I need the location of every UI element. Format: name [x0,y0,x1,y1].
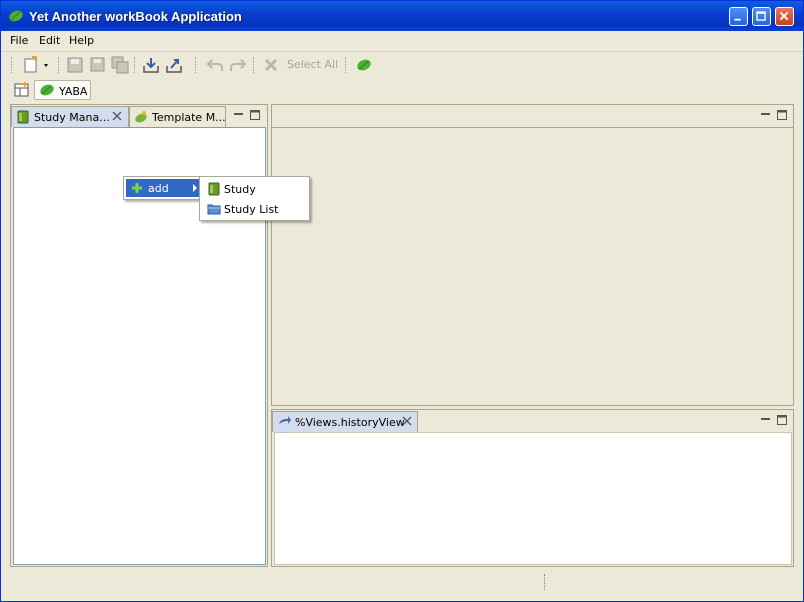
toolbar-separator [58,57,61,73]
menu-edit[interactable]: Edit [39,34,60,47]
toolbar-separator [253,57,256,73]
submenu-item-study[interactable]: Study [202,179,307,199]
new-dropdown-icon[interactable] [23,56,51,74]
import-icon[interactable] [142,56,160,74]
save-as-icon[interactable] [89,56,107,74]
tab-history-view[interactable]: %Views.historyView [272,411,418,432]
minimize-icon [734,18,741,21]
window-title: Yet Another workBook Application [29,9,242,24]
tab-label: Template M... [152,111,226,124]
tab-template-manager[interactable]: Template M... [129,106,226,127]
perspective-yaba-button[interactable]: YABA [34,80,91,100]
study-icon [17,110,29,124]
app-window: Yet Another workBook Application File Ed… [0,0,804,602]
toolbar-separator [11,57,14,73]
panel-minmax-controls[interactable] [232,108,262,122]
minimize-button[interactable] [729,7,748,26]
menu-bar: File Edit Help [1,31,803,52]
toolbar-separator [195,57,198,73]
leaf-icon [40,84,54,96]
menu-item-add[interactable]: add [126,179,201,197]
left-panel-tabs: Study Mana... Template M... [11,105,267,127]
close-icon [779,11,789,21]
context-menu: add [123,176,204,200]
history-icon [279,416,291,424]
folder-icon [207,204,221,215]
leaf-icon [135,111,147,123]
panel-minmax-controls[interactable] [759,413,789,427]
plus-icon [132,183,142,193]
menu-item-label: add [148,182,169,195]
history-view-panel: %Views.historyView [271,409,794,567]
toolbar-separator [134,57,137,73]
main-toolbar: Select All [1,52,803,78]
close-icon[interactable] [401,415,413,427]
save-all-icon[interactable] [111,56,129,74]
submenu-item-study-list[interactable]: Study List [202,199,307,219]
status-bar [1,571,803,601]
study-manager-panel: Study Mana... Template M... [10,104,268,567]
undo-icon[interactable] [206,56,224,74]
perspective-bar: YABA [1,79,803,103]
leaf-icon [9,10,23,22]
menu-help[interactable]: Help [69,34,94,47]
export-icon[interactable] [165,56,183,74]
editor-area [271,104,794,406]
close-button[interactable] [775,7,794,26]
toolbar-separator [345,57,348,73]
select-all-button[interactable]: Select All [287,58,338,71]
delete-icon[interactable] [262,56,280,74]
tab-label: Study Mana... [34,111,110,124]
close-icon[interactable] [111,110,123,122]
study-icon [208,182,220,196]
maximize-icon [756,11,766,21]
panel-minmax-controls[interactable] [759,108,789,122]
menu-file[interactable]: File [10,34,28,47]
leaf-icon[interactable] [355,56,373,74]
title-bar[interactable]: Yet Another workBook Application [1,1,803,31]
history-content-area[interactable] [274,432,792,565]
perspective-label: YABA [59,85,88,98]
submenu-item-label: Study [224,183,256,196]
maximize-button[interactable] [752,7,771,26]
save-icon[interactable] [66,56,84,74]
editor-divider [272,127,793,128]
submenu-item-label: Study List [224,203,279,216]
add-submenu: Study Study List [199,176,310,221]
status-grip-icon [544,574,548,590]
open-perspective-icon[interactable] [14,82,30,98]
tab-label: %Views.historyView [295,416,405,429]
tab-study-manager[interactable]: Study Mana... [11,106,129,127]
submenu-arrow-icon [193,184,197,192]
redo-icon[interactable] [229,56,247,74]
